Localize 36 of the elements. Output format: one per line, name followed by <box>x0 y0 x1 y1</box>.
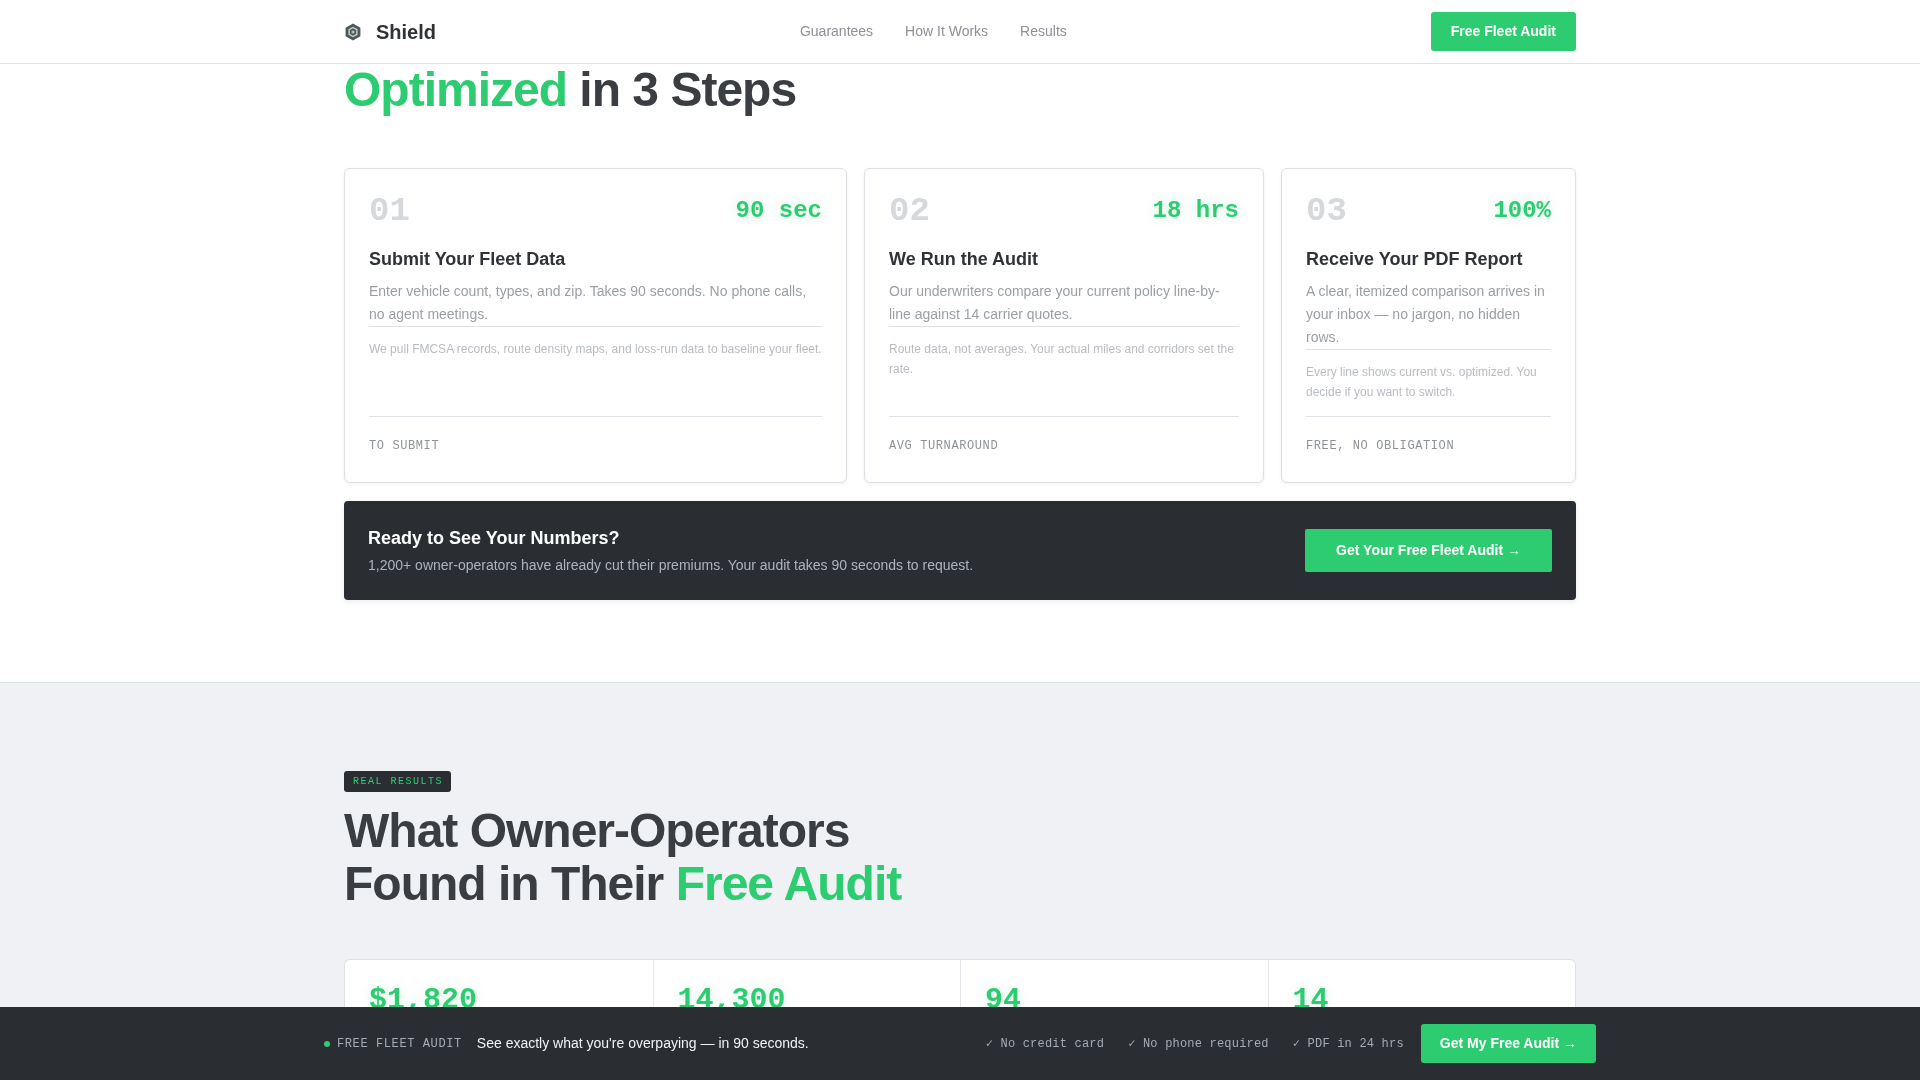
status-dot-icon <box>324 1040 330 1047</box>
free-audit-button[interactable]: Free Fleet Audit <box>1430 12 1576 51</box>
cta-text: 1,200+ owner-operators have already cut their premiums. Your audit takes 90 seconds to request. <box>368 555 974 574</box>
step-stat: 100% <box>1493 198 1551 223</box>
step-label: FREE, NO OBLIGATION <box>1306 438 1456 453</box>
stat-value: $1,820 <box>369 982 480 1019</box>
perk-text: ✓ No credit card <box>985 1035 1105 1053</box>
step-title: Submit Your Fleet Data <box>369 247 567 271</box>
step-label: TO SUBMIT <box>369 438 441 453</box>
step-label: AVG TURNAROUND <box>889 438 1000 453</box>
step-stat: 90 sec <box>735 198 822 223</box>
step-stat: 18 hrs <box>1152 198 1239 223</box>
step-title: We Run the Audit <box>889 247 1039 271</box>
brand-link[interactable]: Shield <box>344 16 436 47</box>
step-note: We pull FMCSA records, route density maps, and loss-run data to baseline your fleet. <box>369 340 822 358</box>
cta-button[interactable]: Get Your Free Fleet Audit → <box>1305 528 1552 572</box>
nav-link[interactable]: Guarantees <box>799 21 874 42</box>
hexagon-logo-icon <box>344 22 362 41</box>
cta-title: Ready to See Your Numbers? <box>368 526 621 549</box>
perk-text: ✓ PDF in 24 hrs <box>1292 1035 1404 1053</box>
results-heading: What Owner-Operators Found in Their Free Audit <box>344 804 903 911</box>
step-description: Our underwriters compare your current policy line-by-line against 14 carrier quotes. <box>889 281 1221 324</box>
step-title: Receive Your PDF Report <box>1306 247 1524 271</box>
stat-value: 94 <box>985 982 1022 1019</box>
nav-link[interactable]: How It Works <box>905 21 989 42</box>
step-note: Route data, not averages. Your actual miles and corridors set the rate. <box>889 340 1235 378</box>
bar-message: See exactly what you're overpaying — in 90 seconds. <box>476 1034 809 1053</box>
section-label: REAL RESULTS <box>344 770 451 792</box>
bottom-audit-button[interactable]: Get My Free Audit → <box>1420 1024 1596 1063</box>
nav-link[interactable]: Results <box>1020 21 1067 42</box>
section-heading: Optimized in 3 Steps <box>344 64 798 117</box>
step-note: Every line shows current vs. optimized. You decide if you want to switch. <box>1306 363 1538 401</box>
step-description: Enter vehicle count, types, and zip. Takes 90 seconds. No phone calls, no agent meetings. <box>369 281 808 324</box>
perk-text: ✓ No phone required <box>1128 1035 1269 1053</box>
bar-tag: FREE FLEET AUDIT <box>337 1034 462 1053</box>
step-description: A clear, itemized comparison arrives in your inbox — no jargon, no hidden rows. <box>1306 281 1546 347</box>
